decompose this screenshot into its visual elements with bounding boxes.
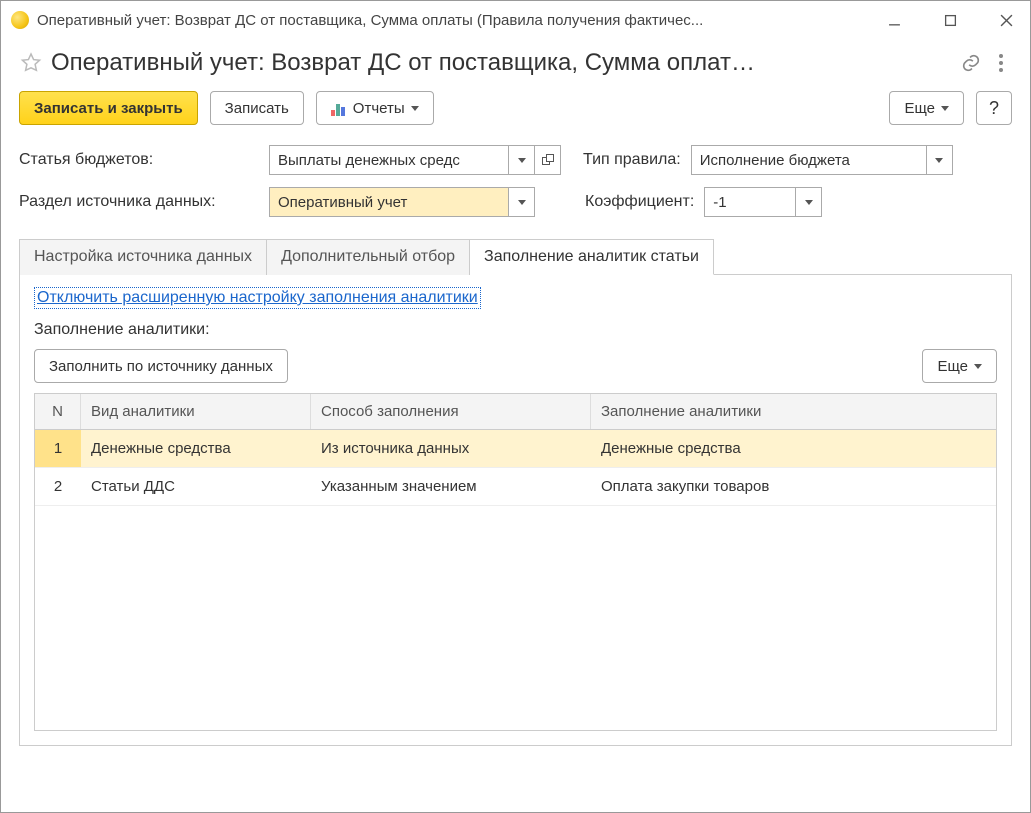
close-button[interactable] <box>992 6 1020 34</box>
rule-type-field-wrap: Исполнение бюджета <box>691 145 953 175</box>
disable-extended-link[interactable]: Отключить расширенную настройку заполнен… <box>34 287 481 309</box>
tabs-container: Настройка источника данныхДополнительный… <box>1 223 1030 746</box>
budget-item-dropdown[interactable] <box>509 145 535 175</box>
page-title: Оперативный учет: Возврат ДС от поставщи… <box>51 49 952 77</box>
chevron-down-icon <box>518 200 526 205</box>
cell-fill: Денежные средства <box>591 430 996 467</box>
col-header-fill[interactable]: Заполнение аналитики <box>591 394 996 429</box>
cell-method: Из источника данных <box>311 430 591 467</box>
analytics-grid-body[interactable]: 1Денежные средстваИз источника данныхДен… <box>35 430 996 730</box>
source-section-dropdown[interactable] <box>509 187 535 217</box>
form-row-1: Статья бюджетов: Выплаты денежных средс … <box>1 139 1030 181</box>
col-header-method[interactable]: Способ заполнения <box>311 394 591 429</box>
save-button[interactable]: Записать <box>210 91 304 125</box>
tab-1[interactable]: Дополнительный отбор <box>267 239 470 275</box>
window-controls <box>880 6 1020 34</box>
tab-content-analytics: Отключить расширенную настройку заполнен… <box>19 275 1012 746</box>
chevron-down-icon <box>974 364 982 369</box>
coefficient-label: Коэффициент: <box>585 193 694 211</box>
cell-fill: Оплата закупки товаров <box>591 468 996 505</box>
budget-item-open[interactable] <box>535 145 561 175</box>
page-header: Оперативный учет: Возврат ДС от поставщи… <box>1 39 1030 91</box>
source-section-field[interactable]: Оперативный учет <box>269 187 509 217</box>
save-and-close-button[interactable]: Записать и закрыть <box>19 91 198 125</box>
rule-type-label: Тип правила: <box>583 151 681 169</box>
analytics-grid-head: N Вид аналитики Способ заполнения Заполн… <box>35 394 996 430</box>
coefficient-field-wrap: -1 <box>704 187 822 217</box>
help-button[interactable]: ? <box>976 91 1012 125</box>
coefficient-field[interactable]: -1 <box>704 187 796 217</box>
titlebar: Оперативный учет: Возврат ДС от поставщи… <box>1 1 1030 39</box>
app-icon <box>11 11 29 29</box>
analytics-grid: N Вид аналитики Способ заполнения Заполн… <box>34 393 997 731</box>
table-row[interactable]: 2Статьи ДДСУказанным значениемОплата зак… <box>35 468 996 506</box>
analytics-more-label: Еще <box>937 358 968 375</box>
chevron-down-icon <box>518 158 526 163</box>
analytics-more-button[interactable]: Еще <box>922 349 997 383</box>
chart-icon <box>331 100 347 116</box>
analytics-section-label: Заполнение аналитики: <box>34 321 997 339</box>
tab-0[interactable]: Настройка источника данных <box>19 239 267 275</box>
reports-button[interactable]: Отчеты <box>316 91 434 125</box>
cell-n: 2 <box>35 468 81 505</box>
minimize-button[interactable] <box>880 6 908 34</box>
source-section-field-wrap: Оперативный учет <box>269 187 535 217</box>
reports-button-label: Отчеты <box>353 100 405 117</box>
cell-kind: Статьи ДДС <box>81 468 311 505</box>
main-toolbar: Записать и закрыть Записать Отчеты Еще ? <box>1 91 1030 139</box>
chevron-down-icon <box>941 106 949 111</box>
maximize-button[interactable] <box>936 6 964 34</box>
more-button[interactable]: Еще <box>889 91 964 125</box>
chevron-down-icon <box>935 158 943 163</box>
chevron-down-icon <box>411 106 419 111</box>
fill-by-source-button[interactable]: Заполнить по источнику данных <box>34 349 288 383</box>
form-row-2: Раздел источника данных: Оперативный уче… <box>1 181 1030 223</box>
tab-2[interactable]: Заполнение аналитик статьи <box>470 239 714 275</box>
chevron-down-icon <box>805 200 813 205</box>
analytics-toolbar: Заполнить по источнику данных Еще <box>34 349 997 383</box>
budget-item-label: Статья бюджетов: <box>19 151 259 169</box>
cell-kind: Денежные средства <box>81 430 311 467</box>
col-header-n[interactable]: N <box>35 394 81 429</box>
link-icon[interactable] <box>960 52 982 74</box>
source-section-label: Раздел источника данных: <box>19 193 259 211</box>
budget-item-field[interactable]: Выплаты денежных средс <box>269 145 509 175</box>
favorite-star-icon[interactable] <box>19 51 43 75</box>
more-button-label: Еще <box>904 100 935 117</box>
cell-n: 1 <box>35 430 81 467</box>
coefficient-dropdown[interactable] <box>796 187 822 217</box>
col-header-kind[interactable]: Вид аналитики <box>81 394 311 429</box>
rule-type-dropdown[interactable] <box>927 145 953 175</box>
kebab-menu-icon[interactable] <box>990 52 1012 74</box>
cell-method: Указанным значением <box>311 468 591 505</box>
window-title: Оперативный учет: Возврат ДС от поставщи… <box>37 12 864 29</box>
table-row[interactable]: 1Денежные средстваИз источника данныхДен… <box>35 430 996 468</box>
rule-type-field[interactable]: Исполнение бюджета <box>691 145 927 175</box>
budget-item-field-wrap: Выплаты денежных средс <box>269 145 561 175</box>
open-icon <box>542 154 554 166</box>
tabs: Настройка источника данныхДополнительный… <box>19 239 1012 275</box>
